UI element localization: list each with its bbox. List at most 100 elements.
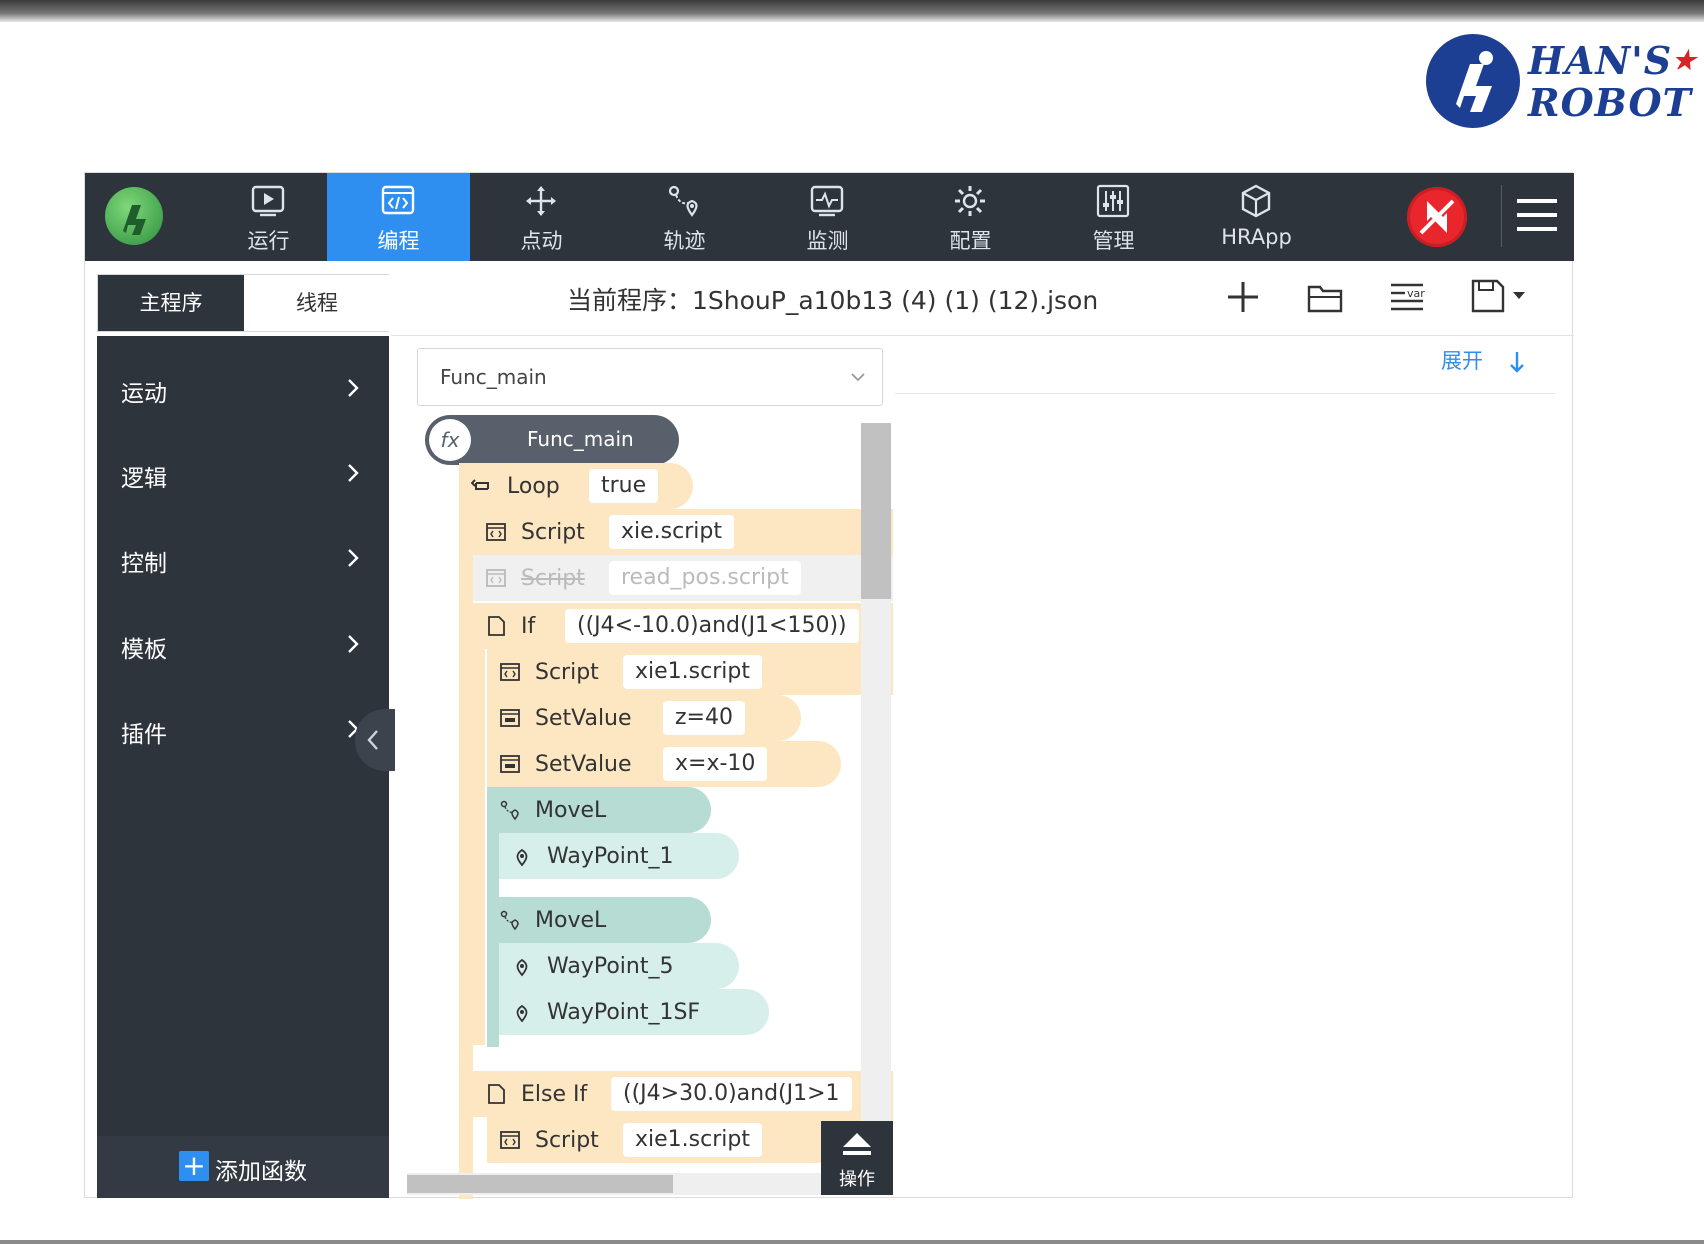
nav-monitor-label: 监测 [806,229,849,253]
nav-monitor[interactable]: 监测 [756,173,899,261]
function-select[interactable]: Func_main [417,348,883,406]
sidebar-item-control[interactable]: 控制 [97,528,389,588]
sidebar-item-logic[interactable]: 逻辑 [97,443,389,503]
header-divider [391,335,1574,336]
loop-block[interactable]: Loop true [459,463,693,509]
collapse-sidebar-button[interactable] [355,709,395,771]
open-folder-button[interactable] [1305,277,1345,317]
nav-separator [1501,185,1502,247]
else-if-block[interactable]: Else If ((J4>30.0)and(J1>1 [473,1071,893,1117]
app-window: 运行 编程 点动 轨迹 监测 配置 管理 HRApp 主程序 线程 运动 逻辑 … [84,172,1574,1199]
expand-link[interactable]: 展开 [1441,345,1483,375]
setvalue-expression[interactable]: x=x-10 [663,747,768,781]
gear-icon [955,186,985,216]
script-block-disabled[interactable]: Script read_pos.script [473,555,893,601]
setvalue-expression[interactable]: z=40 [663,701,745,735]
setvalue-block[interactable]: SetValue z=40 [487,695,801,741]
chevron-down-icon [851,373,865,382]
setvalue-block[interactable]: SetValue x=x-10 [487,741,841,787]
setvalue-block-label: SetValue [535,752,632,777]
nav-hrapp[interactable]: HRApp [1185,173,1328,261]
program-block-canvas[interactable]: fx Func_main Loop true Script xie.script… [407,409,893,1199]
plus-icon: + [179,1151,209,1181]
add-function-button[interactable]: + 添加函数 [97,1136,389,1198]
vertical-scrollbar[interactable] [861,423,891,1183]
document-icon [488,616,505,636]
script-icon [486,569,506,587]
window-top-band [0,0,1704,22]
horizontal-scrollbar[interactable] [407,1173,861,1195]
waypoint-block[interactable]: WayPoint_1SF [499,989,769,1035]
app-logo-icon[interactable] [105,187,163,245]
sidebar-item-plugin[interactable]: 插件 [97,699,389,759]
brand-star-icon: ★ [1672,46,1697,76]
nav-run-label: 运行 [247,229,290,253]
function-block[interactable]: fx Func_main [425,415,679,465]
script-block-label: Script [535,660,599,685]
nav-trajectory[interactable]: 轨迹 [613,173,756,261]
eject-icon [843,1133,871,1155]
script-file[interactable]: read_pos.script [609,561,801,595]
if-condition[interactable]: ((J4<-10.0)and(J1<150)) [565,609,859,643]
nav-manage[interactable]: 管理 [1042,173,1185,261]
waypoint-block[interactable]: WayPoint_5 [499,943,739,989]
script-block[interactable]: Script xie1.script [487,649,893,695]
chevron-left-icon [367,730,378,750]
movel-block[interactable]: MoveL [487,787,711,833]
movel-block[interactable]: MoveL [487,897,711,943]
script-file[interactable]: xie1.script [623,655,762,689]
trajectory-icon [500,800,519,821]
waypoint-label: WayPoint_1SF [547,1000,701,1025]
brand-line1: HAN'S [1528,38,1673,83]
arrow-down-icon[interactable] [1507,349,1527,375]
script-icon [486,523,506,541]
menu-icon [1517,199,1557,231]
nav-trajectory-label: 轨迹 [663,229,706,253]
variables-button[interactable]: var [1387,277,1427,317]
tab-main-program[interactable]: 主程序 [98,275,244,331]
operations-button[interactable]: 操作 [821,1121,893,1195]
nav-config[interactable]: 配置 [899,173,1042,261]
new-program-button[interactable] [1223,277,1263,317]
chevron-right-icon [348,379,359,397]
script-file[interactable]: xie1.script [623,1123,762,1157]
script-file[interactable]: xie.script [609,515,734,549]
sidebar-item-motion[interactable]: 运动 [97,358,389,418]
if-block[interactable]: If ((J4<-10.0)and(J1<150)) [473,603,893,649]
script-block[interactable]: Script xie.script [473,509,893,555]
waypoint-label: WayPoint_5 [547,954,674,979]
nav-jog[interactable]: 点动 [470,173,613,261]
current-program-title: 当前程序：1ShouP_a10b13 (4) (1) (12).json [567,286,1099,315]
location-pin-icon [516,848,528,867]
svg-text:var: var [1407,287,1425,300]
sidebar-item-label: 逻辑 [121,466,167,492]
waypoint-block[interactable]: WayPoint_1 [499,833,739,879]
tab-thread[interactable]: 线程 [244,275,390,331]
setvalue-icon [500,755,520,773]
vertical-scrollbar-thumb[interactable] [861,423,891,599]
hamburger-menu-button[interactable] [1515,193,1559,237]
sidebar-item-template[interactable]: 模板 [97,614,389,674]
horizontal-scrollbar-thumb[interactable] [407,1175,673,1193]
operations-label: 操作 [839,1169,875,1190]
program-tabs: 主程序 线程 [97,274,390,332]
var-list-icon: var [1391,283,1425,311]
chevron-right-icon [348,635,359,653]
window-bottom-border [0,1240,1704,1244]
save-button[interactable] [1469,277,1529,317]
movel-block-label: MoveL [535,908,607,933]
document-icon [488,1084,505,1104]
emergency-stop-button[interactable] [1407,187,1467,247]
location-pin-icon [516,1004,528,1023]
brand-line2: ROBOT [1528,80,1692,125]
nav-run[interactable]: 运行 [197,173,340,261]
move-arrows-icon [526,186,556,216]
nav-config-label: 配置 [949,229,992,253]
code-icon [381,185,415,215]
loop-condition[interactable]: true [589,469,659,503]
nav-program[interactable]: 编程 [327,173,470,261]
script-icon [500,1131,520,1149]
play-icon [251,185,285,217]
script-block-label: Script [535,1128,599,1153]
else-if-condition[interactable]: ((J4>30.0)and(J1>1 [611,1077,852,1111]
